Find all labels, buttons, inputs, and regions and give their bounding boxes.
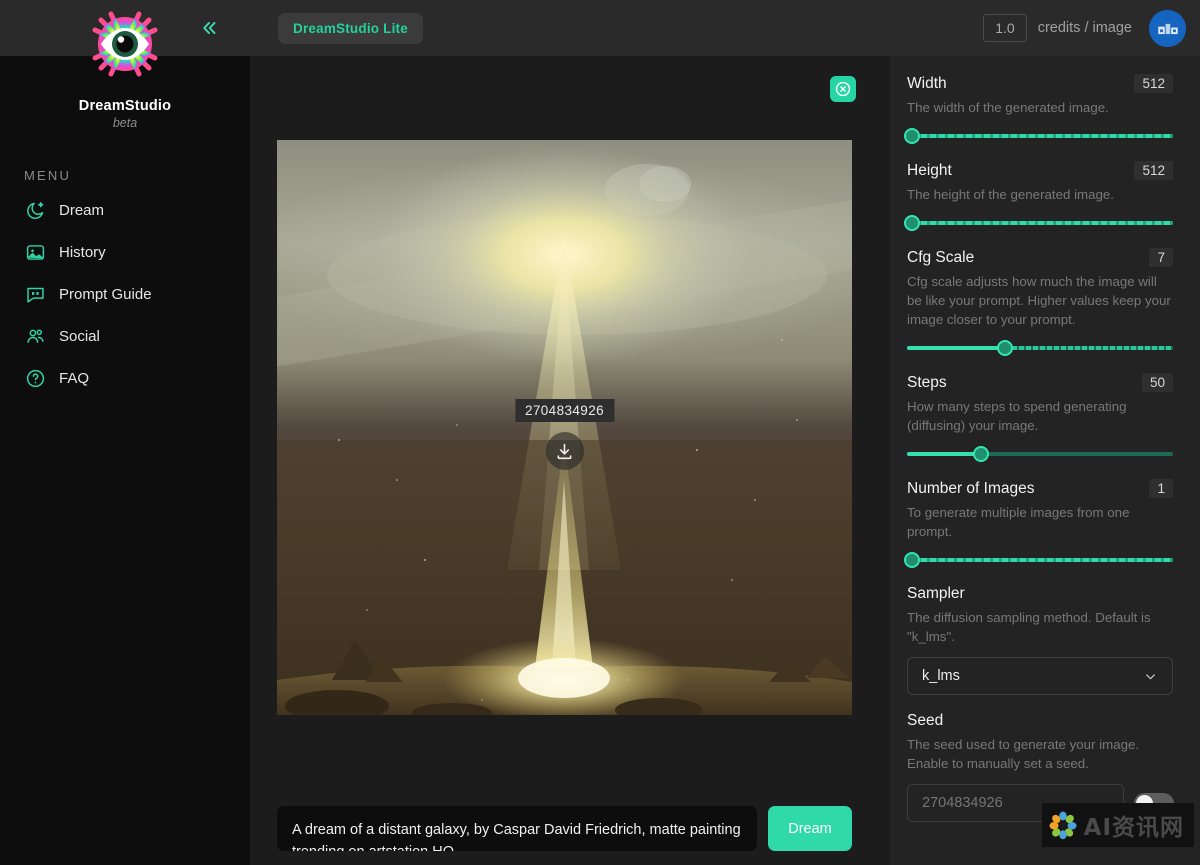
generated-image [277, 140, 852, 715]
seed-input[interactable] [907, 784, 1124, 822]
control-value[interactable]: 512 [1134, 161, 1173, 180]
dream-button[interactable]: Dream [768, 806, 852, 851]
quote-bubble-icon [24, 283, 46, 305]
sidebar-item-label: FAQ [59, 369, 90, 387]
control-description: The width of the generated image. [907, 100, 1109, 115]
dreamstudio-eye-logo [87, 4, 163, 84]
control-header: Number of Images 1 [907, 479, 1173, 498]
download-button[interactable] [545, 432, 584, 470]
height-slider[interactable] [904, 215, 1173, 231]
sidebar-item-social[interactable]: Social [0, 315, 250, 357]
menu-heading: MENU [24, 168, 72, 183]
control-steps: Steps 50 How many steps to spend generat… [907, 373, 1173, 462]
image-icon [24, 241, 46, 263]
control-label: Sampler [907, 585, 965, 602]
slider-ticks [912, 558, 1173, 562]
sampler-select[interactable]: k_lms [907, 657, 1173, 695]
avatar[interactable] [1149, 9, 1186, 47]
question-circle-icon [24, 367, 46, 389]
sidebar-item-label: History [59, 243, 106, 261]
slider-thumb[interactable] [904, 128, 921, 144]
dreamstudio-lite-badge[interactable]: DreamStudio Lite [278, 12, 423, 44]
sampler-selected-value: k_lms [922, 668, 960, 684]
slider-ticks [1005, 346, 1173, 350]
credits-value[interactable]: 1.0 [983, 14, 1027, 42]
control-description: Cfg scale adjusts how much the image wil… [907, 274, 1171, 327]
close-circle-icon [835, 81, 851, 97]
slider-ticks [912, 221, 1173, 225]
seed-row [907, 784, 1174, 822]
control-value[interactable]: 512 [1134, 74, 1173, 93]
slider-thumb[interactable] [904, 552, 921, 568]
sidebar-item-history[interactable]: History [0, 231, 250, 273]
prompt-row: A dream of a distant galaxy, by Caspar D… [277, 806, 852, 851]
topbar: DreamStudio Lite 1.0 credits / image [0, 0, 1200, 56]
control-sampler: Sampler The diffusion sampling method. D… [907, 585, 1173, 695]
control-value[interactable]: 50 [1141, 373, 1173, 392]
dreamstudio-app: DreamStudio beta MENU Dream History Prom… [0, 0, 1200, 865]
slider-thumb[interactable] [973, 446, 990, 462]
control-description: The seed used to generate your image. En… [907, 737, 1140, 771]
cfg-scale-slider[interactable] [907, 340, 1173, 356]
prompt-input[interactable]: A dream of a distant galaxy, by Caspar D… [277, 806, 757, 851]
control-value[interactable]: 7 [1149, 248, 1173, 267]
close-button[interactable] [830, 76, 856, 102]
control-label: Steps [907, 373, 947, 391]
download-icon [557, 443, 572, 459]
control-value[interactable]: 1 [1149, 479, 1173, 498]
image-seed-badge: 2704834926 [514, 399, 615, 422]
sidebar-item-dream[interactable]: Dream [0, 189, 250, 231]
user-avatar-image [1149, 9, 1186, 47]
control-description: To generate multiple images from one pro… [907, 505, 1130, 539]
control-cfg-scale: Cfg Scale 7 Cfg scale adjusts how much t… [907, 248, 1173, 356]
control-label: Height [907, 161, 952, 179]
brand-beta-label: beta [112, 116, 138, 130]
control-number-of-images: Number of Images 1 To generate multiple … [904, 479, 1173, 568]
collapse-sidebar-button[interactable] [192, 12, 226, 44]
moon-sparkle-icon [24, 199, 46, 221]
control-header: Sampler [907, 585, 1173, 603]
people-icon [24, 325, 46, 347]
generated-image-canvas[interactable]: 2704834926 [277, 140, 852, 715]
sidebar-item-label: Social [59, 327, 100, 345]
control-seed: Seed The seed used to generate your imag… [907, 712, 1174, 822]
seed-enable-toggle[interactable] [1134, 792, 1174, 814]
topbar-right: 1.0 credits / image [983, 0, 1186, 56]
double-chevron-left-icon [203, 21, 216, 35]
sidebar: DreamStudio beta MENU Dream History Prom… [0, 0, 250, 865]
control-description: The diffusion sampling method. Default i… [907, 610, 1151, 644]
slider-thumb[interactable] [997, 340, 1014, 356]
control-header: Width 512 [907, 74, 1173, 93]
control-header: Cfg Scale 7 [907, 248, 1173, 267]
control-label: Number of Images [907, 479, 1035, 497]
credits-label: credits / image [1037, 20, 1132, 36]
sidebar-item-faq[interactable]: FAQ [0, 357, 250, 399]
main-content: 2704834926 A dream of a distant galaxy, … [250, 56, 890, 865]
slider-fill [907, 452, 982, 456]
steps-slider[interactable] [907, 446, 1173, 462]
sidebar-item-label: Dream [59, 201, 105, 219]
brand-name: DreamStudio [78, 98, 172, 114]
control-description: The height of the generated image. [907, 187, 1114, 202]
slider-thumb[interactable] [904, 215, 921, 231]
control-header: Seed [907, 712, 1173, 730]
width-slider[interactable] [904, 128, 1173, 144]
slider-ticks [912, 134, 1173, 138]
number-of-images-slider[interactable] [904, 552, 1173, 568]
control-header: Height 512 [907, 161, 1173, 180]
control-header: Steps 50 [907, 373, 1173, 392]
control-width: Width 512 The width of the generated ima… [904, 74, 1173, 144]
control-height: Height 512 The height of the generated i… [904, 161, 1173, 231]
control-label: Cfg Scale [907, 248, 975, 266]
control-description: How many steps to spend generating (diff… [907, 399, 1127, 433]
sidebar-item-label: Prompt Guide [59, 285, 152, 303]
settings-panel: Width 512 The width of the generated ima… [890, 56, 1200, 865]
chevron-down-icon [1146, 673, 1155, 679]
slider-fill [907, 346, 1006, 350]
control-label: Seed [907, 712, 944, 729]
control-label: Width [907, 74, 947, 92]
sidebar-item-prompt-guide[interactable]: Prompt Guide [0, 273, 250, 315]
